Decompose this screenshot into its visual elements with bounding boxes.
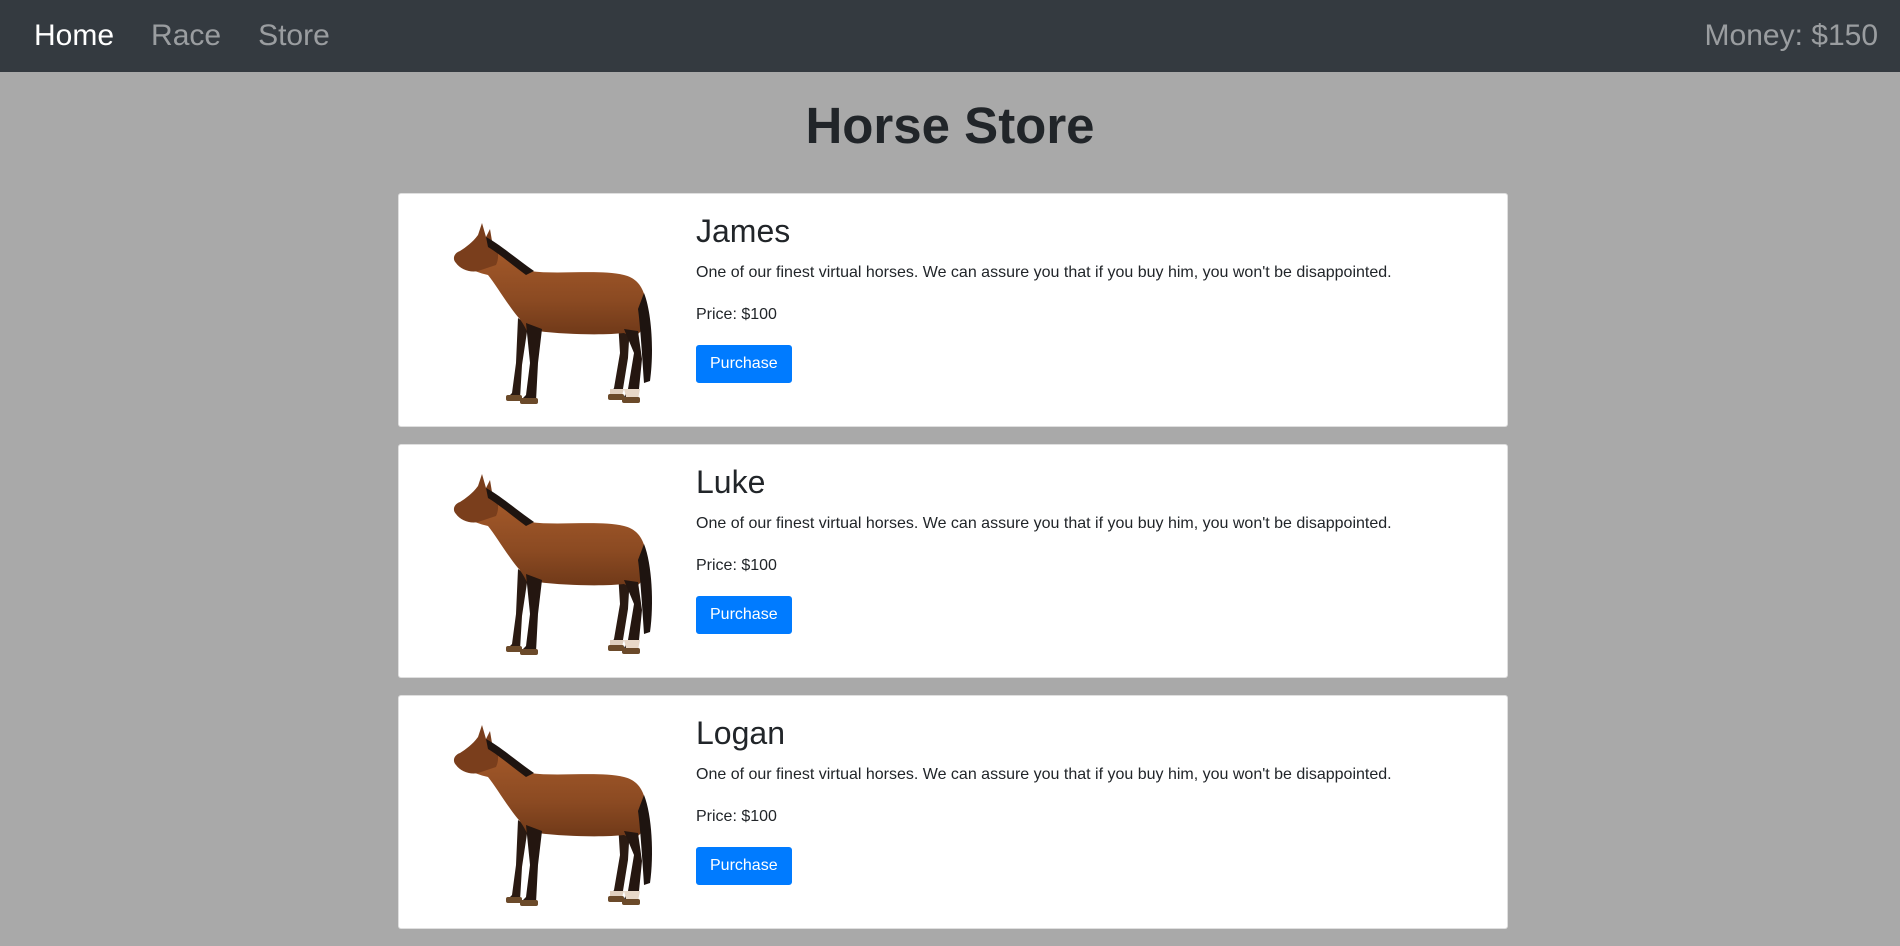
horse-image-container bbox=[399, 445, 696, 677]
horse-image bbox=[453, 474, 652, 655]
nav-link-store[interactable]: Store bbox=[258, 21, 330, 51]
page-title: Horse Store bbox=[805, 97, 1095, 154]
horse-name: Logan bbox=[696, 715, 785, 751]
horse-description: One of our finest virtual horses. We can… bbox=[696, 765, 1392, 783]
horse-description: One of our finest virtual horses. We can… bbox=[696, 263, 1392, 281]
horse-image-container bbox=[399, 696, 696, 928]
horse-card: Logan One of our finest virtual horses. … bbox=[398, 695, 1508, 929]
nav-link-race[interactable]: Race bbox=[151, 21, 221, 51]
horse-card-body: James One of our finest virtual horses. … bbox=[696, 194, 1392, 426]
horse-image-container bbox=[399, 194, 696, 426]
horse-card-body: Logan One of our finest virtual horses. … bbox=[696, 696, 1392, 928]
top-navbar: Home Race Store Money: $150 bbox=[0, 0, 1900, 72]
horse-price: Price: $100 bbox=[696, 807, 777, 825]
horse-image bbox=[453, 725, 652, 906]
horse-price: Price: $100 bbox=[696, 305, 777, 323]
horse-image bbox=[453, 223, 652, 404]
purchase-button[interactable]: Purchase bbox=[696, 847, 792, 886]
purchase-button[interactable]: Purchase bbox=[696, 596, 792, 635]
purchase-button[interactable]: Purchase bbox=[696, 345, 792, 384]
nav-link-home[interactable]: Home bbox=[34, 21, 114, 51]
horse-card: James One of our finest virtual horses. … bbox=[398, 193, 1508, 427]
horse-name: James bbox=[696, 213, 791, 249]
horse-name: Luke bbox=[696, 464, 766, 500]
money-display: Money: $150 bbox=[1704, 19, 1878, 52]
nav-links: Home Race Store bbox=[34, 21, 330, 51]
horse-card-body: Luke One of our finest virtual horses. W… bbox=[696, 445, 1392, 677]
horse-description: One of our finest virtual horses. We can… bbox=[696, 514, 1392, 532]
horse-card: Luke One of our finest virtual horses. W… bbox=[398, 444, 1508, 678]
horse-list: James One of our finest virtual horses. … bbox=[398, 193, 1508, 946]
horse-price: Price: $100 bbox=[696, 556, 777, 574]
